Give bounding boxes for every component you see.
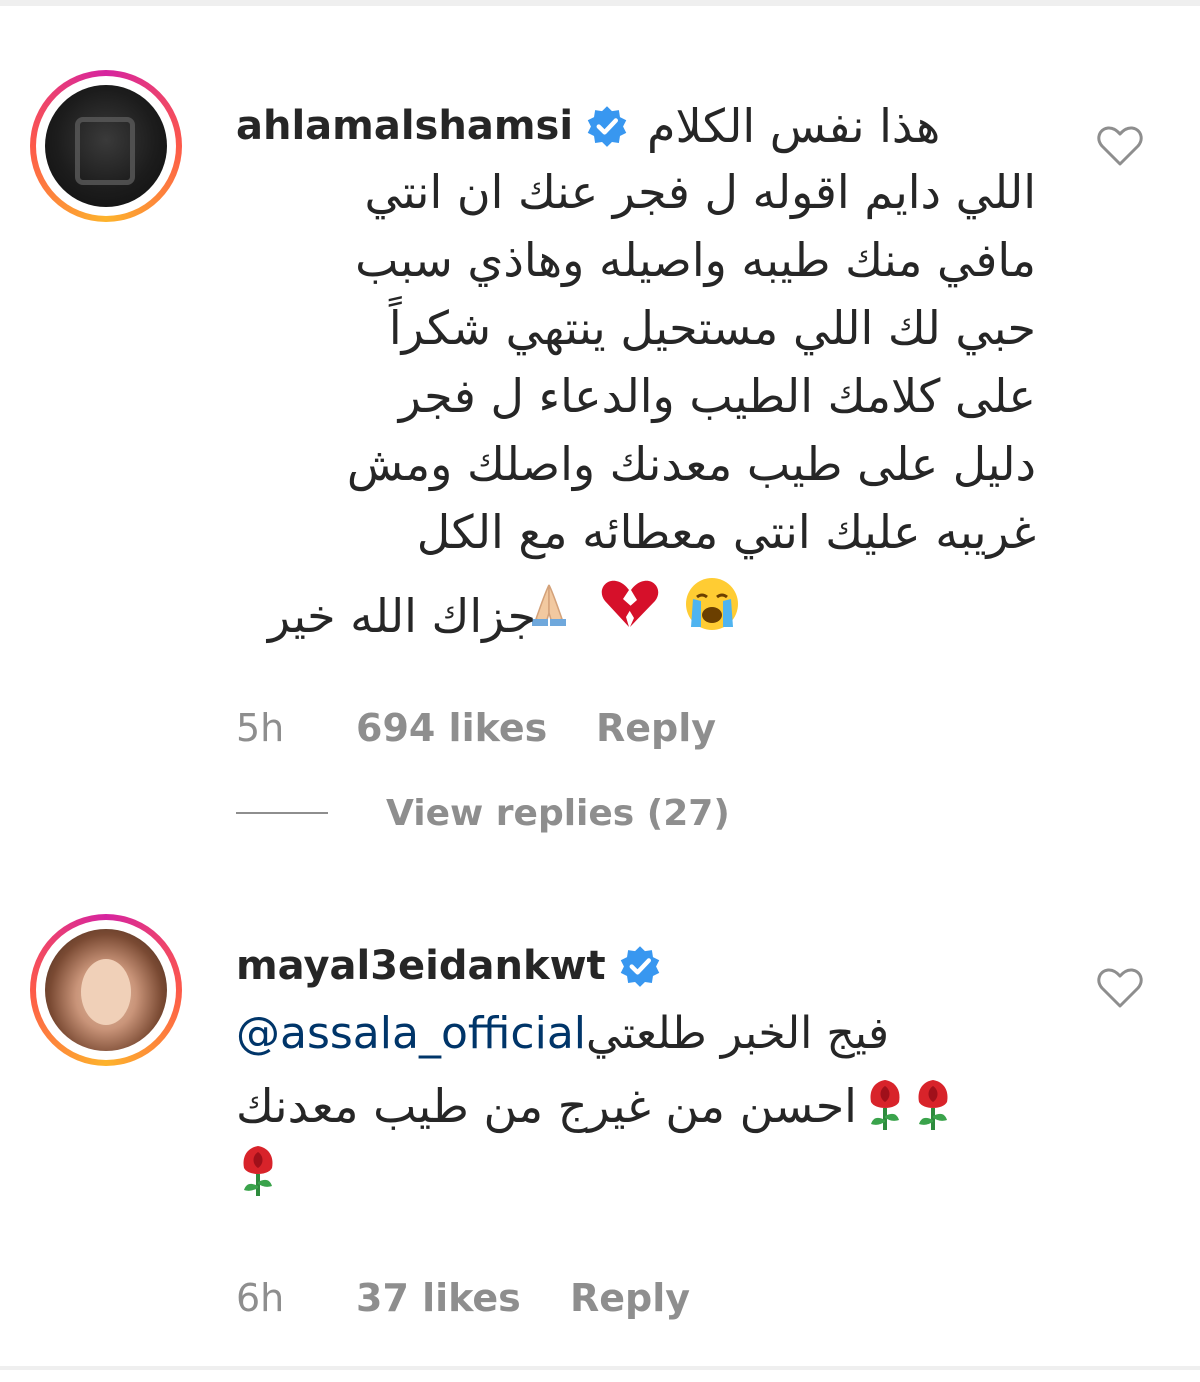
- avatar-image: [45, 85, 167, 207]
- comment-text-line: حبي لك اللي مستحيل ينتهي شكراً: [388, 301, 1036, 355]
- comment-text-line: مافي منك طيبه واصيله وهاذي سبب: [355, 233, 1036, 287]
- comment-text-line: اللي دايم اقوله ل فجر عنك ان انتي: [364, 165, 1036, 219]
- verified-badge-icon: [620, 946, 659, 987]
- comment-text-line: فيج الخبر طلعتي: [586, 1008, 890, 1059]
- comment-meta: 6h 37 likes Reply: [236, 1270, 690, 1326]
- comment-meta: 5h 694 likes Reply: [236, 700, 716, 756]
- comment-text-first-line: هذا نفس الكلام: [647, 99, 941, 153]
- username[interactable]: mayal3eidankwt: [236, 938, 606, 994]
- reply-button[interactable]: Reply: [596, 706, 716, 750]
- bottom-divider: [0, 1366, 1200, 1370]
- comment-text: اللي دايم اقوله ل فجر عنك ان انتي مافي م…: [236, 158, 1036, 634]
- broken-heart-emoji: [601, 580, 658, 627]
- top-divider: [0, 0, 1200, 6]
- username[interactable]: ahlamalshamsi: [236, 98, 573, 154]
- comment-text-line: دليل على طيب معدنك واصلك ومش: [346, 437, 1036, 491]
- rose-emoji: [918, 1080, 948, 1130]
- comment-text-line: غريبه عليك انتي معطائه مع الكل: [416, 505, 1036, 559]
- comment-text-line: احسن من غيرج من طيب معدنك: [236, 1079, 857, 1133]
- crying-face-emoji: [686, 577, 739, 630]
- rose-emoji: [243, 1146, 273, 1196]
- comment-text-closing: جزاك الله خير: [267, 589, 536, 643]
- comment-timestamp[interactable]: 6h: [236, 1276, 356, 1320]
- avatar[interactable]: [30, 70, 182, 222]
- view-replies-button[interactable]: View replies (27): [236, 788, 730, 838]
- view-replies-label: View replies (27): [386, 792, 730, 834]
- comment-text-line: على كلامك الطيب والدعاء ل فجر: [398, 369, 1036, 423]
- reply-button[interactable]: Reply: [570, 1276, 690, 1320]
- avatar[interactable]: [30, 914, 182, 1066]
- comment-timestamp[interactable]: 5h: [236, 706, 356, 750]
- heart-icon[interactable]: [1096, 124, 1144, 168]
- comment-text-first-line: @assala_officialفيج الخبر طلعتي: [236, 1000, 889, 1068]
- heart-icon[interactable]: [1096, 966, 1144, 1010]
- mention-link[interactable]: @assala_official: [236, 1008, 586, 1059]
- rose-emoji: [870, 1080, 900, 1130]
- verified-badge-icon: [587, 106, 627, 147]
- likes-count[interactable]: 37 likes: [356, 1276, 570, 1320]
- profile-photo: [81, 959, 131, 1025]
- logo-icon: [75, 117, 135, 185]
- comment-text: احسن من غيرج من طيب معدنك: [236, 1072, 955, 1140]
- replies-divider: [236, 812, 328, 814]
- likes-count[interactable]: 694 likes: [356, 706, 596, 750]
- avatar-image: [45, 929, 167, 1051]
